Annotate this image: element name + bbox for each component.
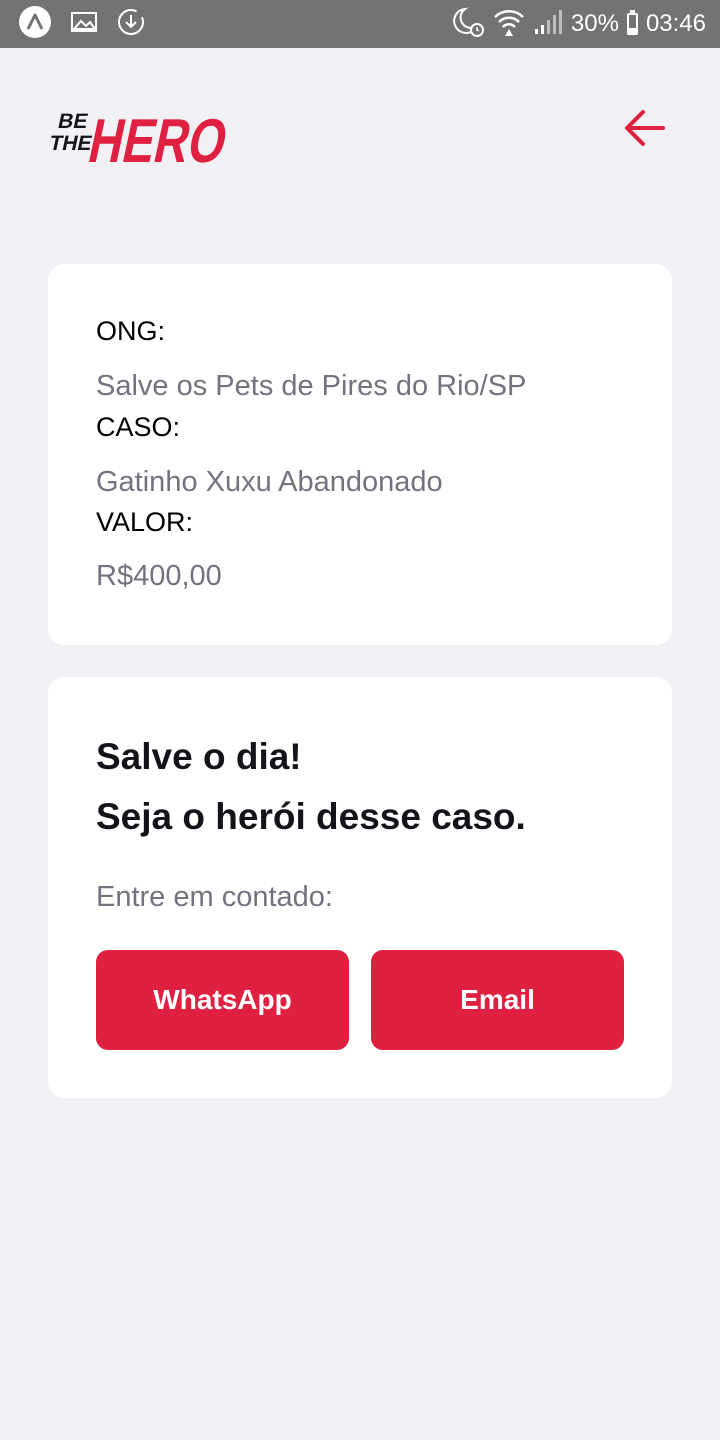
logo: BE THE HERO [47,86,240,176]
logo-be: BE [56,110,90,133]
battery-percent: 30% [570,10,619,37]
signal-icon [533,9,563,40]
status-bar: 30% 03:46 [0,0,720,48]
valor-value: R$400,00 [96,560,222,592]
status-system: 30% 03:46 [451,6,706,42]
valor-label: VALOR: [96,507,194,537]
battery-icon [626,10,638,35]
clock: 03:46 [645,10,706,37]
back-button[interactable] [616,104,672,156]
logo-hero: HERO [83,107,234,172]
contact-title-line1: Salve o dia! [96,736,302,777]
email-button[interactable]: Email [371,950,624,1050]
whatsapp-button[interactable]: WhatsApp [96,950,349,1050]
contact-description: Entre em contado: [96,881,333,913]
arrow-left-icon [623,109,665,152]
caso-label: CASO: [96,412,181,442]
whatsapp-button-label: WhatsApp [153,984,292,1015]
ong-label: ONG: [96,316,166,346]
status-notifications [18,5,146,44]
ong-value: Salve os Pets de Pires do Rio/SP [96,370,527,402]
download-sync-icon [116,7,146,42]
wifi-icon [493,7,525,42]
contact-card: Salve o dia! Seja o herói desse caso. En… [48,677,672,1098]
incident-card: ONG: Salve os Pets de Pires do Rio/SP CA… [48,264,672,645]
email-button-label: Email [460,984,535,1015]
moon-alarm-icon [451,6,485,43]
image-icon [70,10,98,39]
expo-icon [18,5,52,44]
caso-value: Gatinho Xuxu Abandonado [96,466,443,498]
contact-title-line2: Seja o herói desse caso. [96,796,526,837]
